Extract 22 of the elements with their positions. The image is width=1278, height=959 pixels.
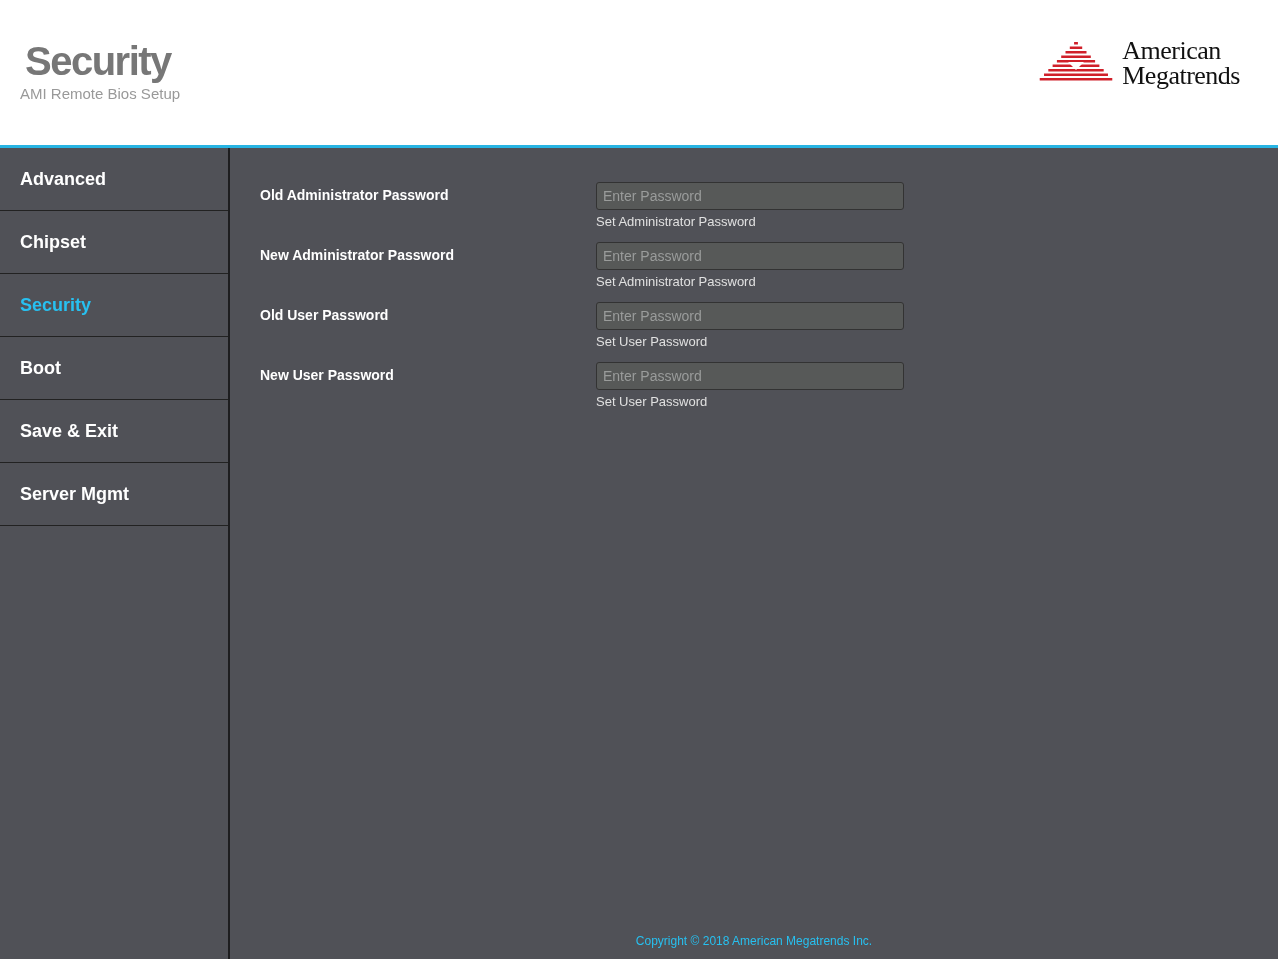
password-field[interactable]: Enter Password [596, 242, 904, 270]
sidebar-item[interactable]: Save & Exit [0, 400, 228, 463]
sidebar-item[interactable]: Security [0, 274, 228, 337]
logo-text: American Megatrends [1122, 38, 1240, 88]
page-title: Security [25, 38, 173, 84]
sidebar-item[interactable]: Advanced [0, 148, 228, 211]
copyright-text: Copyright © 2018 American Megatrends Inc. [635, 934, 873, 948]
field-help-text: Set Administrator Password [596, 274, 757, 289]
field-label: Old User Password [260, 306, 390, 325]
password-field[interactable]: Enter Password [596, 182, 904, 210]
sidebar-item[interactable]: Server Mgmt [0, 463, 228, 526]
sidebar-item[interactable]: Boot [0, 337, 228, 400]
field-label: New Administrator Password [260, 246, 455, 265]
page-subtitle: AMI Remote Bios Setup [20, 85, 181, 102]
sidebar-item[interactable]: Chipset [0, 211, 228, 274]
field-label: New User Password [260, 366, 395, 385]
field-help-text: Set User Password [596, 334, 709, 349]
field-help-text: Set User Password [596, 394, 709, 409]
password-field[interactable]: Enter Password [596, 302, 904, 330]
field-label: Old Administrator Password [260, 186, 450, 205]
field-help-text: Set Administrator Password [596, 214, 757, 229]
password-field[interactable]: Enter Password [596, 362, 904, 390]
